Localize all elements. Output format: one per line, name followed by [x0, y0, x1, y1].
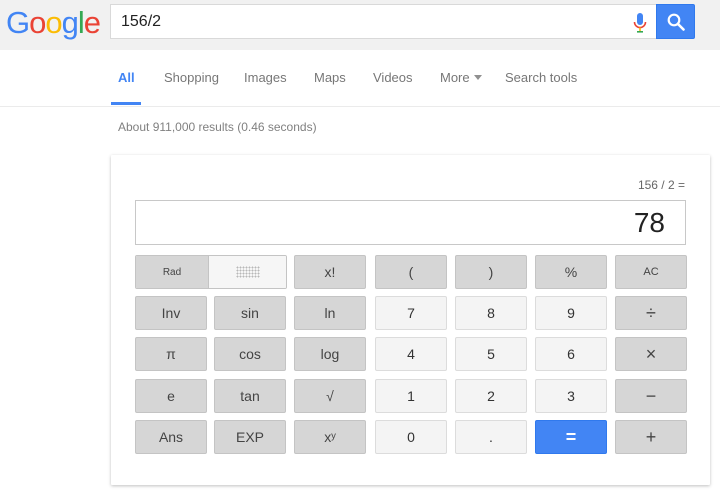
search-box	[110, 4, 656, 39]
logo-letter: o	[45, 5, 62, 40]
google-logo[interactable]: Google	[6, 4, 101, 42]
factorial-key[interactable]: x!	[294, 255, 366, 289]
inverse-key[interactable]: Inv	[135, 296, 207, 330]
subtract-key[interactable]: −	[615, 379, 687, 413]
search-input[interactable]	[121, 5, 601, 38]
tab-more[interactable]: More	[440, 70, 482, 85]
cos-key[interactable]: cos	[214, 337, 286, 371]
search-icon	[667, 13, 685, 31]
rad-button[interactable]: Rad	[136, 256, 209, 288]
digit-8-key[interactable]: 8	[455, 296, 527, 330]
digit-4-key[interactable]: 4	[375, 337, 447, 371]
active-tab-indicator	[111, 102, 141, 105]
tab-all[interactable]: All	[118, 70, 135, 85]
dropdown-caret-icon	[473, 75, 482, 80]
tab-more-label: More	[440, 70, 470, 85]
tab-maps[interactable]: Maps	[314, 70, 346, 85]
pi-key[interactable]: π	[135, 337, 207, 371]
tab-images[interactable]: Images	[244, 70, 287, 85]
logo-letter: o	[29, 5, 46, 40]
header: Google	[0, 0, 720, 50]
tan-key[interactable]: tan	[214, 379, 286, 413]
power-key[interactable]: xʸ	[294, 420, 366, 454]
search-tabs: All Shopping Images Maps Videos More Sea…	[0, 50, 720, 107]
multiply-key[interactable]: ×	[615, 337, 687, 371]
search-button[interactable]	[656, 4, 695, 39]
tab-search-tools[interactable]: Search tools	[505, 70, 577, 85]
open-paren-key[interactable]: (	[375, 255, 447, 289]
calculator-display: 78	[135, 200, 686, 245]
tab-videos[interactable]: Videos	[373, 70, 413, 85]
sin-key[interactable]: sin	[214, 296, 286, 330]
close-paren-key[interactable]: )	[455, 255, 527, 289]
answer-key[interactable]: Ans	[135, 420, 207, 454]
digit-2-key[interactable]: 2	[455, 379, 527, 413]
log-key[interactable]: log	[294, 337, 366, 371]
calculator-expression: 156 / 2 =	[637, 178, 685, 192]
digit-0-key[interactable]: 0	[375, 420, 447, 454]
add-key[interactable]: +	[615, 420, 687, 454]
digit-1-key[interactable]: 1	[375, 379, 447, 413]
euler-key[interactable]: e	[135, 379, 207, 413]
calculator-result: 78	[633, 207, 665, 238]
deg-dots-icon	[236, 266, 260, 278]
decimal-key[interactable]: .	[455, 420, 527, 454]
tab-shopping[interactable]: Shopping	[164, 70, 219, 85]
rad-deg-toggle[interactable]: Rad	[135, 255, 287, 289]
sqrt-key[interactable]: √	[294, 379, 366, 413]
digit-5-key[interactable]: 5	[455, 337, 527, 371]
ln-key[interactable]: ln	[294, 296, 366, 330]
logo-letter: g	[61, 5, 79, 40]
digit-6-key[interactable]: 6	[535, 337, 607, 371]
logo-letter: e	[83, 5, 101, 40]
result-stats: About 911,000 results (0.46 seconds)	[118, 120, 317, 134]
all-clear-key[interactable]: AC	[615, 255, 687, 289]
digit-3-key[interactable]: 3	[535, 379, 607, 413]
percent-key[interactable]: %	[535, 255, 607, 289]
deg-button[interactable]	[209, 256, 286, 288]
exponent-key[interactable]: EXP	[214, 420, 286, 454]
digit-7-key[interactable]: 7	[375, 296, 447, 330]
calculator-card: 156 / 2 = 78 Rad x! ( ) % AC Inv sin ln …	[111, 155, 710, 485]
microphone-icon[interactable]	[633, 12, 647, 34]
logo-letter: G	[6, 5, 30, 40]
digit-9-key[interactable]: 9	[535, 296, 607, 330]
equals-key[interactable]: =	[535, 420, 607, 454]
divide-key[interactable]: ÷	[615, 296, 687, 330]
